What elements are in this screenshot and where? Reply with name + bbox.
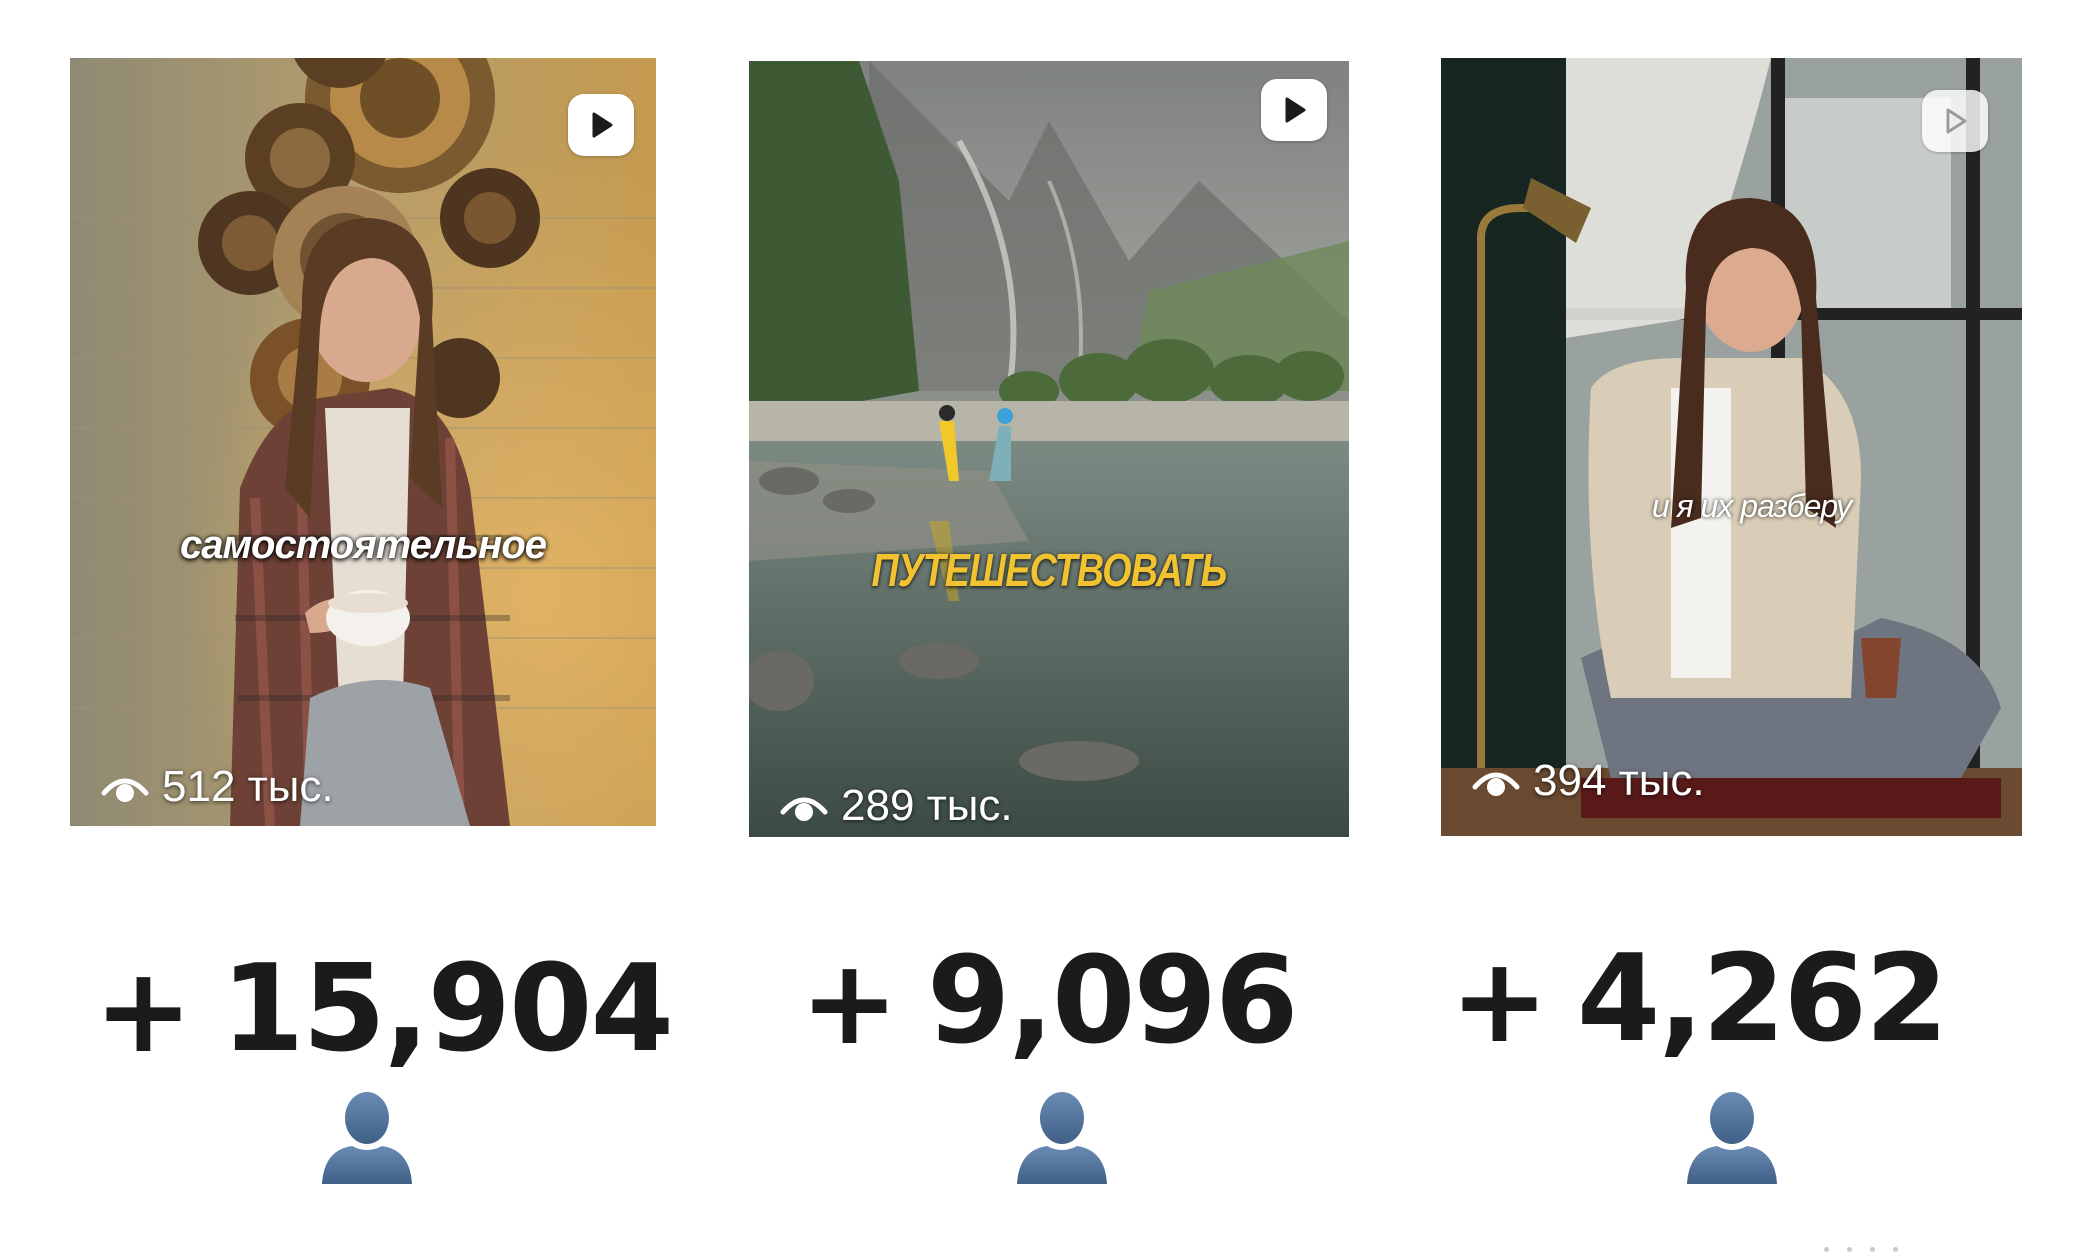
- view-count: 289 тыс.: [779, 781, 1013, 831]
- view-count-label: 512 тыс.: [162, 762, 334, 811]
- subscribers-gained-2: + 9,096: [800, 932, 1299, 1071]
- bust-in-silhouette-icon: [318, 1088, 416, 1184]
- subscribers-gained-3: + 4,262: [1450, 930, 1949, 1069]
- plus-sign: +: [1450, 931, 1549, 1069]
- video-card-2[interactable]: ПУТЕШЕСТВОВАТЬ 289 тыс.: [749, 61, 1349, 837]
- play-button[interactable]: [1922, 90, 1988, 152]
- subscribers-gained-1: + 15,904: [94, 940, 674, 1079]
- view-count-label: 394 тыс.: [1533, 756, 1705, 805]
- video-card-1[interactable]: самостоятельное 512 тыс.: [70, 58, 656, 826]
- play-button[interactable]: [568, 94, 634, 156]
- play-icon: [592, 112, 613, 138]
- bust-in-silhouette-icon: [1013, 1088, 1111, 1184]
- video-caption: самостоятельное: [179, 523, 547, 567]
- video-caption: и я их разберу: [1651, 488, 1852, 524]
- view-count: 512 тыс.: [100, 762, 334, 812]
- view-count: 394 тыс.: [1471, 756, 1705, 806]
- video-caption: ПУТЕШЕСТВОВАТЬ: [871, 544, 1228, 596]
- page-dots-decoration: [1824, 1247, 1898, 1252]
- subscribers-gained-value: 4,262: [1576, 930, 1949, 1069]
- video-card-3[interactable]: и я их разберу 394 тыс.: [1441, 58, 2022, 836]
- subscribers-gained-value: 9,096: [926, 932, 1299, 1071]
- bust-in-silhouette-icon: [1683, 1088, 1781, 1184]
- play-icon: [1285, 97, 1306, 123]
- view-count-label: 289 тыс.: [841, 781, 1013, 830]
- subscribers-gained-value: 15,904: [220, 940, 674, 1079]
- eye-icon: [1472, 772, 1520, 796]
- plus-sign: +: [800, 933, 899, 1071]
- play-button[interactable]: [1261, 79, 1327, 141]
- eye-icon: [101, 778, 149, 802]
- video-thumbnail: [749, 61, 1349, 837]
- video-thumbnail: [1441, 58, 2022, 836]
- play-icon: [1946, 108, 1967, 134]
- eye-icon: [780, 797, 828, 821]
- video-thumbnail: [70, 58, 656, 826]
- plus-sign: +: [94, 941, 193, 1079]
